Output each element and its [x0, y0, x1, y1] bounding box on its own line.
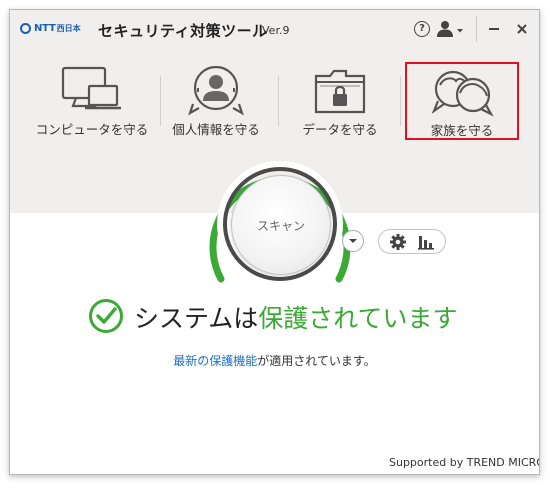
protection-status: システムは保護されています	[10, 298, 539, 338]
nav-protect-family[interactable]: 家族を守る	[405, 62, 519, 140]
gear-icon	[390, 234, 406, 250]
titlebar-separator	[476, 16, 477, 42]
app-window: NTT 西日本 セキュリティ対策ツール Ver.9 ? コンピュータを守る 個人…	[9, 9, 540, 475]
report-button[interactable]	[417, 234, 435, 251]
check-circle-icon	[89, 299, 123, 333]
folder-lock-icon	[314, 69, 366, 114]
nav-protect-personal-info-label: 個人情報を守る	[172, 122, 260, 137]
nav-protect-computer-label: コンピュータを守る	[35, 122, 149, 137]
ntt-logo: NTT 西日本	[20, 23, 81, 34]
nav-protect-data-label: データを守る	[302, 122, 378, 137]
nav-protect-computer[interactable]: コンピュータを守る	[26, 60, 158, 140]
tools-group	[378, 229, 446, 254]
nav-protect-personal-info[interactable]: 個人情報を守る	[155, 60, 277, 140]
app-title: セキュリティ対策ツール	[98, 22, 268, 40]
nav-protect-data[interactable]: データを守る	[280, 60, 400, 140]
app-version: Ver.9	[262, 24, 290, 37]
settings-button[interactable]	[389, 233, 407, 251]
latest-protection-link[interactable]: 最新の保護機能	[173, 354, 257, 368]
nav-divider	[400, 76, 401, 126]
minimize-icon	[489, 28, 499, 30]
help-icon: ?	[414, 21, 430, 37]
supported-by-label: Supported by TREND MICRO	[389, 456, 540, 469]
computer-icon	[61, 66, 121, 110]
minimize-button[interactable]	[484, 18, 504, 40]
family-icon	[431, 70, 494, 117]
logo-ring-icon	[20, 23, 31, 34]
logo-subtext: 西日本	[56, 24, 81, 33]
status-title: システムは保護されています	[134, 299, 458, 335]
close-button[interactable]	[512, 18, 532, 40]
person-icon	[188, 66, 244, 116]
help-button[interactable]: ?	[411, 18, 433, 40]
logo-text: NTT	[34, 23, 56, 34]
status-subtext-rest: が適用されています。	[257, 354, 376, 368]
status-title-protected: 保護されています	[258, 304, 458, 333]
scan-control: スキャン	[205, 150, 355, 300]
chevron-down-icon	[349, 239, 357, 243]
bar-chart-icon	[418, 236, 434, 250]
nav-divider	[278, 76, 279, 126]
status-title-normal: システムは	[134, 304, 259, 333]
status-subtext: 最新の保護機能が適用されています。	[10, 352, 539, 369]
scan-options-button[interactable]	[342, 230, 364, 252]
close-icon	[517, 24, 527, 34]
user-icon	[437, 21, 463, 37]
scan-button[interactable]: スキャン	[231, 175, 331, 275]
nav-protect-family-label: 家族を守る	[430, 123, 494, 138]
account-menu-button[interactable]	[435, 18, 465, 40]
